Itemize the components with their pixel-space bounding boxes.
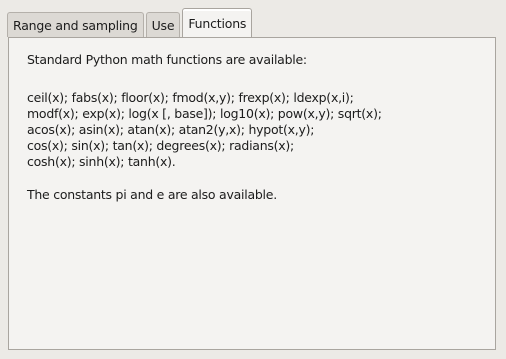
functions-line: ceil(x); fabs(x); floor(x); fmod(x,y); f… bbox=[27, 90, 354, 105]
tab-functions[interactable]: Functions bbox=[182, 8, 253, 37]
intro-text: Standard Python math functions are avail… bbox=[27, 52, 307, 67]
tab-use[interactable]: Use bbox=[145, 12, 181, 37]
tab-range-and-sampling[interactable]: Range and sampling bbox=[7, 12, 144, 37]
functions-line: modf(x); exp(x); log(x [, base]); log10(… bbox=[27, 106, 382, 121]
tab-bar: Range and sampling Use Functions bbox=[7, 7, 254, 37]
functions-panel: Standard Python math functions are avail… bbox=[8, 37, 496, 350]
functions-line: acos(x); asin(x); atan(x); atan2(y,x); h… bbox=[27, 122, 315, 137]
constants-note: The constants pi and e are also availabl… bbox=[27, 187, 277, 202]
functions-help-text: Standard Python math functions are avail… bbox=[27, 52, 487, 203]
functions-line: cos(x); sin(x); tan(x); degrees(x); radi… bbox=[27, 138, 294, 153]
functions-line: cosh(x); sinh(x); tanh(x). bbox=[27, 154, 176, 169]
